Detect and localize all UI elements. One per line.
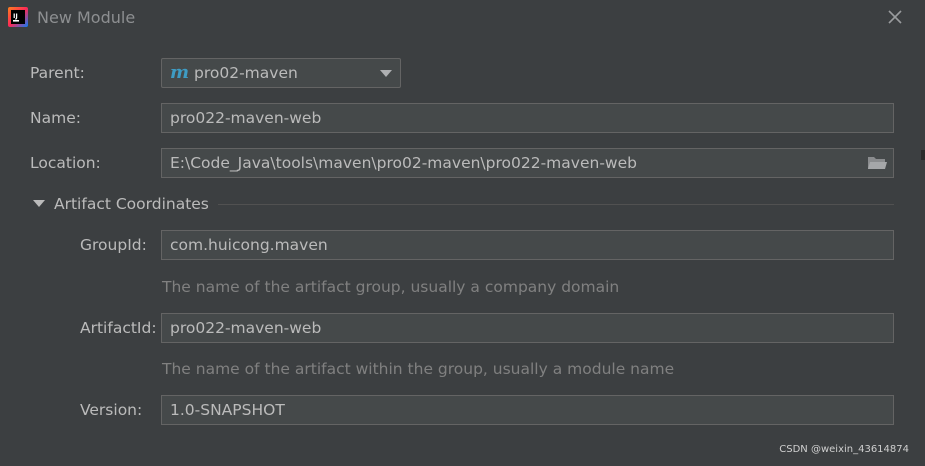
svg-text:IJ: IJ <box>13 12 18 20</box>
parent-dropdown-value: pro02-maven <box>194 64 298 82</box>
group-id-hint: The name of the artifact group, usually … <box>162 278 620 296</box>
window-edge-marker <box>921 150 925 160</box>
collapse-triangle-icon[interactable] <box>33 200 45 207</box>
close-icon[interactable] <box>887 9 903 25</box>
parent-label: Parent: <box>30 64 85 82</box>
parent-dropdown[interactable]: m pro02-maven <box>161 58 401 88</box>
artifact-id-field[interactable]: pro022-maven-web <box>161 313 894 343</box>
dialog-title: New Module <box>37 8 136 27</box>
location-field-value: E:\Code_Java\tools\maven\pro02-maven\pro… <box>170 154 637 172</box>
artifact-id-label: ArtifactId: <box>80 319 157 337</box>
name-field[interactable]: pro022-maven-web <box>161 103 894 133</box>
title-bar: IJ New Module <box>0 0 925 36</box>
section-divider <box>218 204 894 205</box>
name-label: Name: <box>30 109 81 127</box>
maven-module-icon: m <box>170 62 190 83</box>
location-label: Location: <box>30 154 101 172</box>
version-field[interactable]: 1.0-SNAPSHOT <box>161 395 894 425</box>
location-field[interactable]: E:\Code_Java\tools\maven\pro02-maven\pro… <box>161 148 894 178</box>
folder-icon[interactable] <box>867 155 887 171</box>
new-module-dialog: IJ New Module Parent: m pro02-maven Name… <box>0 0 925 466</box>
group-id-field[interactable]: com.huicong.maven <box>161 230 894 260</box>
artifact-coordinates-title[interactable]: Artifact Coordinates <box>54 194 209 214</box>
group-id-label: GroupId: <box>80 236 147 254</box>
version-label: Version: <box>80 401 143 419</box>
intellij-idea-icon: IJ <box>8 7 28 27</box>
watermark: CSDN @weixin_43614874 <box>779 444 909 455</box>
artifact-id-hint: The name of the artifact within the grou… <box>162 360 675 378</box>
chevron-down-icon <box>380 70 392 77</box>
